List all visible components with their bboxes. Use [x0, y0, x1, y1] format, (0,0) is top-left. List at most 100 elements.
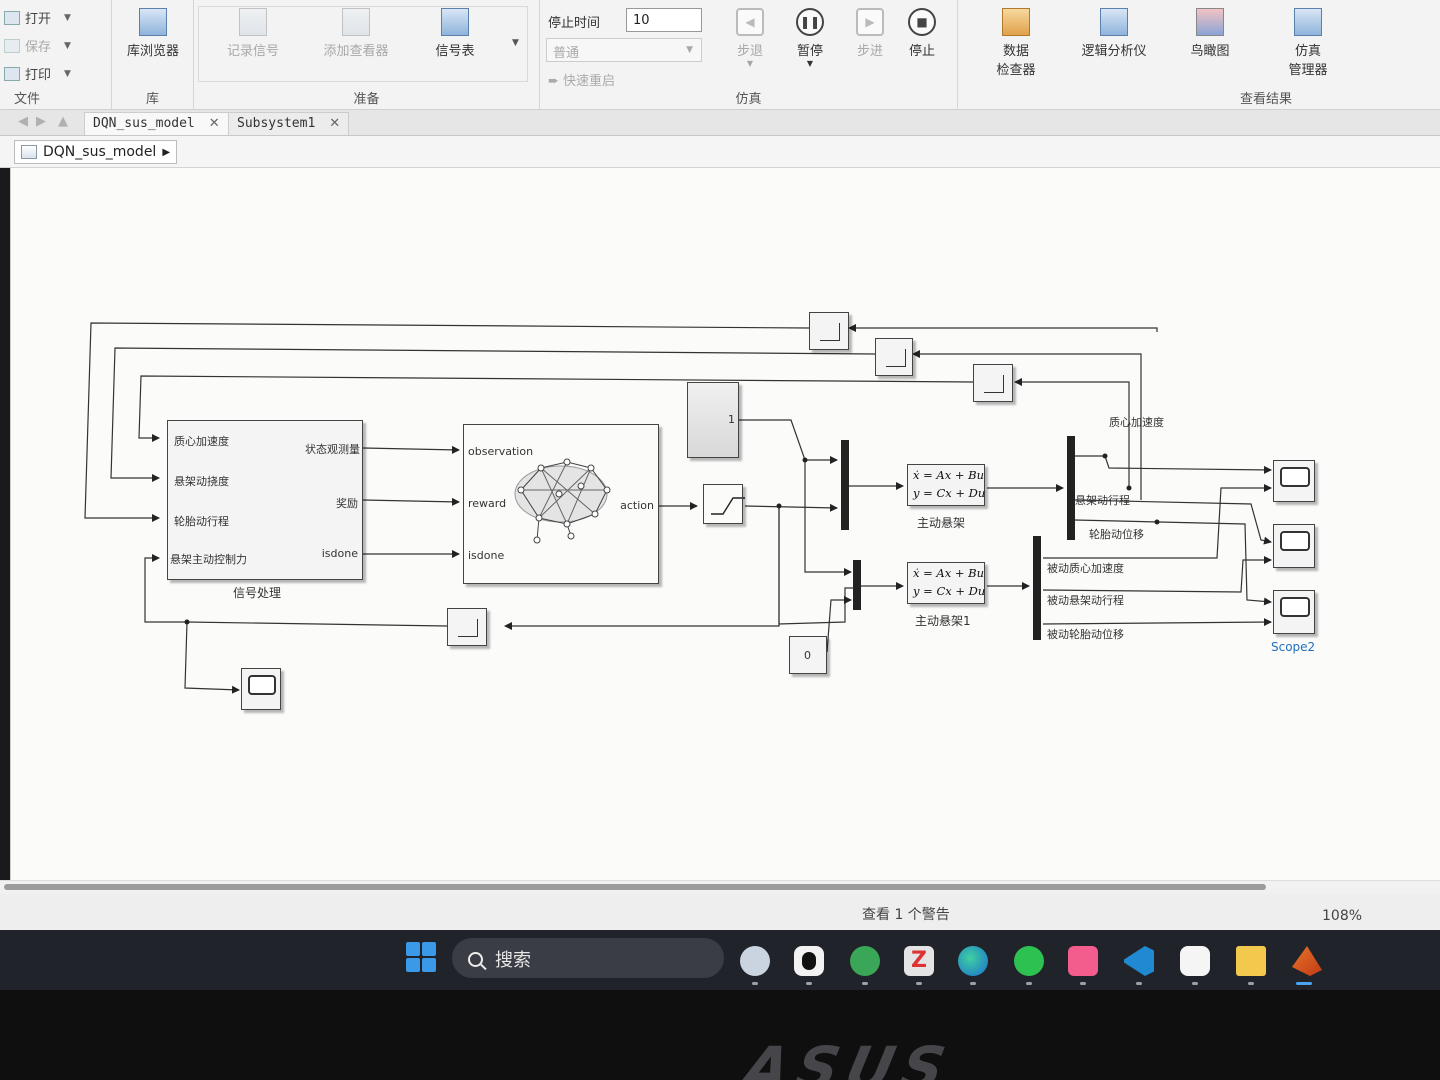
library-browser-button[interactable]: 库浏览器 — [122, 8, 184, 59]
green-app-icon[interactable] — [850, 946, 880, 976]
birds-eye-button[interactable]: 鸟瞰图 — [1184, 8, 1236, 59]
back-arrow-icon[interactable]: ◀ — [18, 114, 28, 129]
memory-block[interactable] — [875, 338, 913, 376]
windows-start-icon[interactable] — [406, 942, 436, 972]
gallery-expand-icon[interactable]: ▼ — [512, 38, 519, 48]
windows-taskbar: 搜索 Z — [0, 930, 1440, 990]
print-button[interactable]: 打印 ▼ — [4, 64, 71, 83]
scope-block[interactable] — [241, 668, 281, 710]
qq-icon[interactable] — [794, 946, 824, 976]
mux-passive[interactable] — [853, 560, 861, 610]
scope2-block[interactable] — [1273, 590, 1315, 634]
wechat-icon[interactable] — [1014, 946, 1044, 976]
step-forward-button[interactable]: ▶ 步进 — [850, 8, 890, 59]
signal-label: 悬架动行程 — [1075, 494, 1130, 507]
review-section-label: 查看结果 — [1240, 92, 1293, 107]
model-tabs: ◀ ▶ ▲ DQN_sus_model ✕ Subsystem1 ✕ — [0, 110, 1440, 136]
scope2-label: Scope2 — [1271, 640, 1316, 654]
saturation-block[interactable] — [703, 484, 743, 524]
file-section: 打开 ▼ 保存 ▼ 打印 ▼ 文件 — [0, 0, 112, 110]
signal-processing-block[interactable]: 质心加速度 悬架动挠度 轮胎动行程 悬架主动控制力 状态观测量 奖励 isdon… — [167, 420, 363, 580]
prepare-section: 记录信号 添加查看器 信号表 ▼ 准备 — [194, 0, 540, 110]
add-viewer-button[interactable]: 添加查看器 — [314, 8, 398, 59]
step-back-button[interactable]: ◀ 步退 ▼ — [730, 8, 770, 68]
input-port-label: 悬架动挠度 — [174, 475, 229, 488]
demux-passive[interactable] — [1033, 536, 1041, 640]
logic-analyzer-icon — [1100, 8, 1128, 36]
prepare-section-label: 准备 — [353, 92, 380, 107]
logic-analyzer-button[interactable]: 逻辑分析仪 — [1074, 8, 1154, 59]
chevron-down-icon: ▼ — [64, 68, 71, 79]
chevron-down-icon: ▼ — [746, 59, 754, 68]
folder-icon[interactable] — [1236, 946, 1266, 976]
output-port-label: action — [620, 499, 654, 512]
breadcrumb[interactable]: DQN_sus_model ▶ — [14, 140, 178, 164]
simulation-mode-select[interactable]: 普通 ▼ — [546, 38, 702, 62]
stop-icon: ■ — [908, 8, 936, 36]
output-port-label: 状态观测量 — [305, 443, 360, 456]
memory-block[interactable] — [973, 364, 1013, 402]
breadcrumb-arrow-icon[interactable]: ▶ — [162, 147, 170, 158]
state-space-passive-block[interactable]: ẋ = Ax + Bu y = Cx + Du — [907, 562, 985, 604]
constant-zero-block[interactable]: 0 — [789, 636, 827, 674]
edge-browser-icon[interactable] — [958, 946, 988, 976]
search-icon — [468, 952, 483, 967]
horizontal-scrollbar[interactable] — [0, 880, 1440, 894]
memory-block[interactable] — [447, 608, 487, 646]
data-inspector-icon — [1002, 8, 1030, 36]
tab-dqn-sus-model[interactable]: DQN_sus_model ✕ — [84, 112, 229, 135]
data-inspector-button[interactable]: 数据 检查器 — [990, 8, 1042, 78]
folder-icon — [4, 10, 20, 25]
scope-block[interactable] — [1273, 460, 1315, 502]
breadcrumb-model[interactable]: DQN_sus_model — [43, 144, 156, 160]
state-space-active-block[interactable]: ẋ = Ax + Bu y = Cx + Du — [907, 464, 985, 506]
step-forward-icon: ▶ — [856, 8, 884, 36]
input-port-label: 质心加速度 — [174, 435, 229, 448]
model-canvas[interactable]: 质心加速度 悬架动挠度 轮胎动行程 悬架主动控制力 状态观测量 奖励 isdon… — [10, 168, 1440, 880]
constant-one-block[interactable]: 1 — [687, 382, 739, 458]
output-port-label: 奖励 — [336, 497, 358, 510]
matlab-icon[interactable] — [1292, 946, 1322, 976]
input-port-label: 悬架主动控制力 — [170, 553, 247, 566]
scrollbar-thumb[interactable] — [4, 884, 1266, 890]
dolphin-app-icon[interactable] — [740, 946, 770, 976]
signal-label: 质心加速度 — [1109, 416, 1164, 429]
sim-manager-button[interactable]: 仿真 管理器 — [1280, 8, 1336, 78]
open-button[interactable]: 打开 ▼ — [4, 8, 71, 27]
mux-active[interactable] — [841, 440, 849, 530]
stop-time-label: 停止时间 — [548, 16, 601, 31]
stop-time-input[interactable] — [626, 8, 702, 32]
signal-table-button[interactable]: 信号表 — [424, 8, 486, 59]
record-signals-button[interactable]: 记录信号 — [218, 8, 288, 59]
vscode-icon[interactable] — [1124, 946, 1154, 976]
fast-restart-button[interactable]: ➨ 快速重启 — [548, 70, 615, 89]
close-icon[interactable]: ✕ — [209, 116, 220, 131]
state-space-active-caption: 主动悬架 — [917, 516, 966, 530]
demux-active[interactable] — [1067, 436, 1075, 540]
table-icon — [441, 8, 469, 36]
scope-icon — [1280, 467, 1310, 487]
chevron-down-icon: ▼ — [64, 12, 71, 23]
save-icon — [4, 38, 20, 53]
cloud-drive-icon[interactable] — [1180, 946, 1210, 976]
up-arrow-icon[interactable]: ▲ — [58, 114, 68, 129]
stop-button[interactable]: ■ 停止 — [902, 8, 942, 59]
viewer-icon — [342, 8, 370, 36]
input-port-label: 轮胎动行程 — [174, 515, 229, 528]
state-space-passive-caption: 主动悬架1 — [915, 614, 971, 628]
taskbar-search[interactable]: 搜索 — [452, 938, 724, 978]
input-port-label: isdone — [468, 549, 505, 562]
zotero-icon[interactable]: Z — [904, 946, 934, 976]
pause-button[interactable]: ❚❚ 暂停 ▼ — [790, 8, 830, 68]
warning-link[interactable]: 查看 1 个警告 — [862, 904, 950, 924]
printer-icon — [4, 66, 20, 81]
bilibili-icon[interactable] — [1068, 946, 1098, 976]
forward-arrow-icon[interactable]: ▶ — [36, 114, 46, 129]
close-icon[interactable]: ✕ — [329, 116, 340, 131]
scope-block[interactable] — [1273, 524, 1315, 568]
signal-label: 被动质心加速度 — [1047, 562, 1124, 575]
rl-agent-block[interactable]: observation reward isdone action — [463, 424, 659, 584]
memory-block[interactable] — [809, 312, 849, 350]
save-button[interactable]: 保存 ▼ — [4, 36, 71, 55]
tab-subsystem1[interactable]: Subsystem1 ✕ — [228, 112, 350, 135]
